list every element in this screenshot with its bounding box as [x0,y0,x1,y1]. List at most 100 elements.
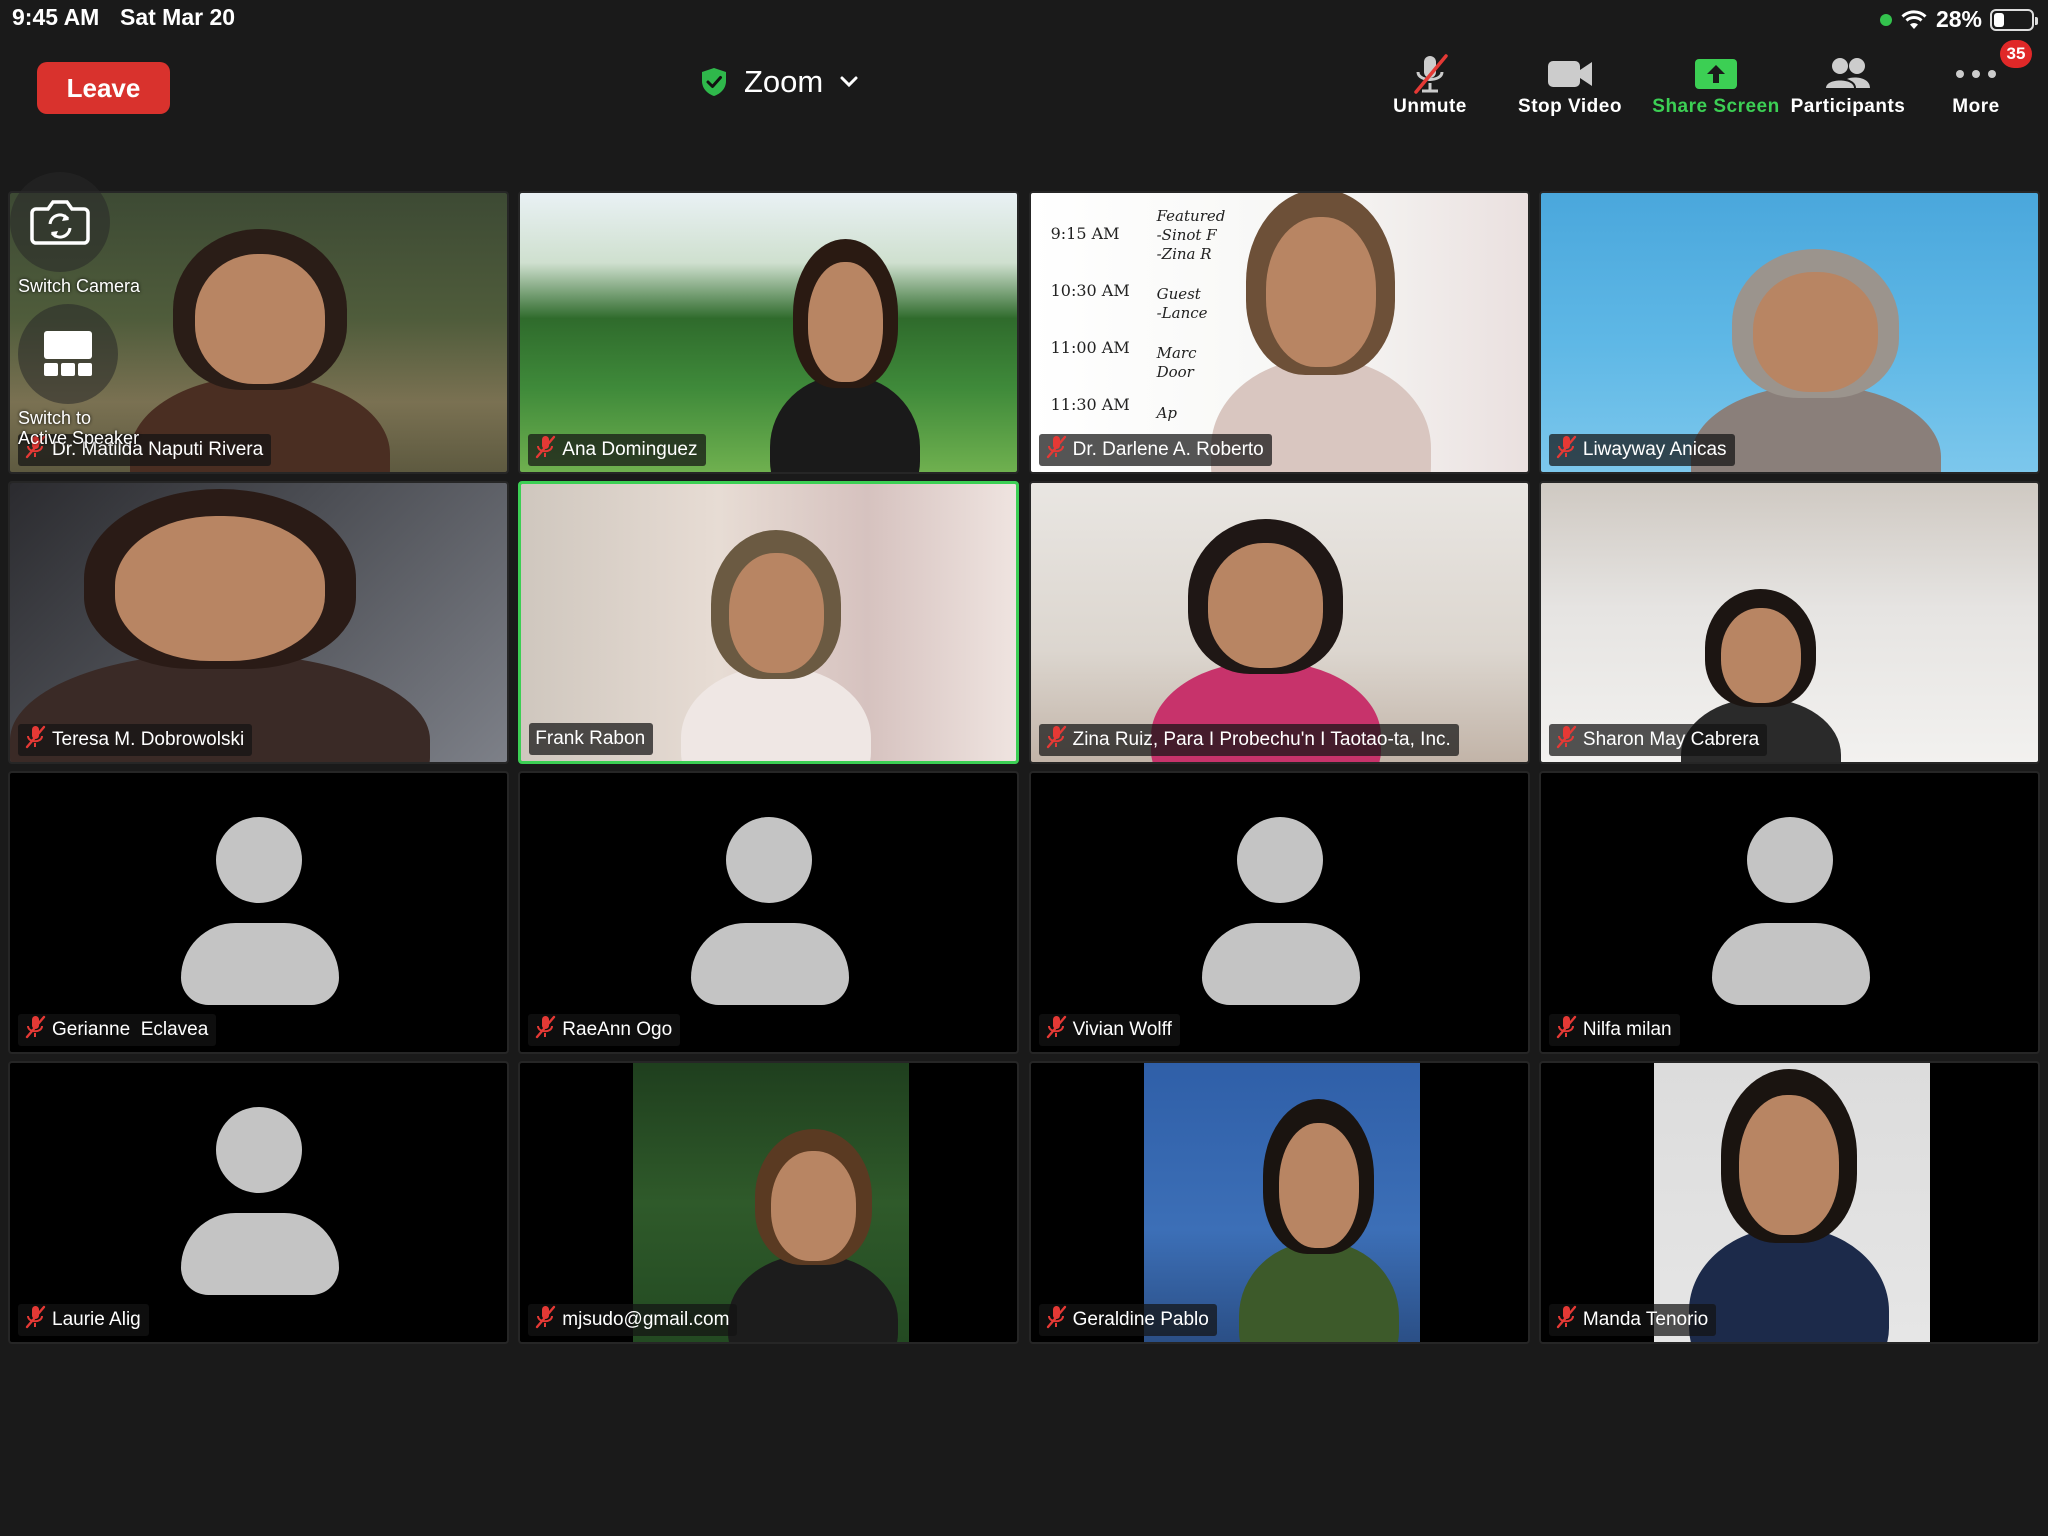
participant-name: Vivian Wolff [1072,1019,1172,1040]
participant-tile[interactable]: Nilfa milan [1538,771,2040,1054]
shield-check-icon [702,68,726,96]
muted-microphone-icon [24,725,46,755]
participant-name-tag: mjsudo@gmail.com [528,1304,738,1336]
participant-tile[interactable]: Geraldine Pablo [1028,1061,1530,1344]
schedule-time: 11:00 AM [1050,338,1130,357]
participant-tile[interactable]: Vivian Wolff [1028,771,1530,1054]
muted-microphone-icon [1046,725,1066,749]
more-dots-icon [1956,70,1996,78]
participant-tile[interactable]: Sharon May Cabrera [1538,481,2040,764]
schedule-snippet: Marc [1156,344,1197,362]
schedule-time: 9:15 AM [1050,224,1120,243]
schedule-time: 11:30 AM [1050,395,1130,414]
participant-tile[interactable]: mjsudo@gmail.com [518,1061,1020,1344]
more-label: More [1952,96,2000,117]
participant-name: Liwayway Anicas [1582,439,1727,460]
muted-microphone-icon [1556,1305,1577,1329]
battery-percent: 28% [1935,6,1982,32]
participant-tile[interactable]: Manda Tenorio [1538,1061,2040,1344]
muted-microphone-icon [1556,435,1577,459]
switch-camera-label: Switch Camera [18,276,141,296]
video-feed [520,193,1018,472]
participant-name: Ana Dominguez [562,439,698,460]
share-screen-label: Share Screen [1652,96,1780,117]
muted-microphone-icon [25,1015,46,1039]
schedule-time: 10:30 AM [1050,281,1130,300]
muted-microphone-icon [24,1015,46,1045]
stop-video-button[interactable]: Stop Video [1500,52,1640,126]
share-screen-icon [1695,59,1737,89]
muted-microphone-icon [1555,435,1577,465]
participant-tile[interactable]: Teresa M. Dobrowolski [8,481,509,764]
muted-microphone-icon [1045,1305,1067,1335]
avatar-placeholder-body [1711,923,1870,1005]
schedule-snippet: -Sinot F [1156,226,1217,244]
status-date: Sat Mar 20 [120,4,236,30]
participant-name: Teresa M. Dobrowolski [52,729,245,750]
muted-microphone-icon [536,435,556,459]
muted-microphone-icon [1556,1015,1577,1039]
avatar-placeholder-icon [726,817,813,903]
muted-microphone-icon [1556,725,1577,749]
meeting-title-dropdown[interactable]: Zoom [700,58,859,106]
unmute-button[interactable]: Unmute [1360,52,1500,126]
participant-name: mjsudo@gmail.com [562,1309,730,1330]
avatar-placeholder-body [1201,923,1360,1005]
participant-name: Nilfa milan [1582,1019,1672,1040]
video-frame [633,1063,910,1342]
schedule-snippet: Door [1156,363,1194,381]
participant-name-tag: Liwayway Anicas [1548,434,1735,466]
avatar-placeholder-icon [1746,817,1833,903]
participant-video-silhouette [1688,1227,1889,1342]
status-time: 9:45 AM [12,4,100,30]
participant-tile[interactable]: Ana Dominguez [518,191,1020,474]
avatar-placeholder-icon [216,817,302,903]
participant-face [807,262,883,383]
schedule-snippet: Featured [1156,207,1226,225]
participant-tile[interactable]: Liwayway Anicas [1538,191,2040,474]
muted-microphone-icon [1555,1015,1577,1045]
participant-name-tag: RaeAnn Ogo [528,1014,681,1046]
share-screen-button[interactable]: Share Screen [1646,52,1786,126]
participant-name: RaeAnn Ogo [562,1019,673,1040]
muted-microphone-icon [1045,435,1067,465]
participant-tile[interactable]: RaeAnn Ogo [518,771,1020,1054]
avatar-placeholder-body [181,923,339,1005]
unmute-label: Unmute [1393,96,1467,117]
switch-camera-button[interactable]: Switch Camera [10,172,148,296]
participant-tile[interactable]: Zina Ruiz, Para I Probechu'n I Taotao-ta… [1028,481,1530,764]
participant-name-tag: Nilfa milan [1548,1014,1680,1046]
participant-tile[interactable]: Gerianne Eclavea [8,771,509,1054]
participant-face [1753,272,1879,393]
muted-microphone-icon [1045,725,1067,755]
participant-name-tag: Ana Dominguez [528,434,706,466]
microphone-muted-icon [1414,54,1448,94]
participant-name: Laurie Alig [52,1309,141,1330]
participant-face [1738,1095,1839,1236]
more-button[interactable]: More 35 [1906,40,2046,126]
avatar-placeholder-icon [1236,817,1323,903]
participant-name: Gerianne Eclavea [52,1019,209,1040]
muted-microphone-icon [1046,1305,1066,1329]
participants-button[interactable]: Participants [1778,52,1918,126]
muted-microphone-icon [1046,1015,1066,1039]
participant-video-silhouette [728,1254,899,1342]
avatar-placeholder-body [691,923,850,1005]
video-frame [1653,1063,1930,1342]
participant-face [1720,608,1801,704]
switch-active-speaker-button[interactable]: Switch to Active Speaker [18,304,148,448]
participant-name: Sharon May Cabrera [1582,729,1760,750]
participant-name: Manda Tenorio [1582,1309,1709,1330]
participant-tile[interactable]: Frank Rabon [518,481,1020,764]
meeting-toolbar: Unmute Stop Video Share Screen Participa… [1360,40,2040,126]
muted-microphone-icon [1046,435,1066,459]
participant-name-tag: Dr. Darlene A. Roberto [1038,434,1272,466]
schedule-snippet: -Lance [1156,304,1208,322]
participant-tile[interactable]: 9:15 AM 10:30 AM 11:00 AM 11:30 AM Featured -… [1028,191,1530,474]
switch-camera-icon [30,200,90,245]
participant-name-tag: Vivian Wolff [1038,1014,1180,1046]
status-indicators: 28% [1879,6,2038,33]
leave-button[interactable]: Leave [37,62,170,114]
participant-tile[interactable]: Laurie Alig [8,1061,509,1344]
video-grid: Dr. Matilda Naputi Rivera Ana Dominguez 9… [8,191,2040,1344]
